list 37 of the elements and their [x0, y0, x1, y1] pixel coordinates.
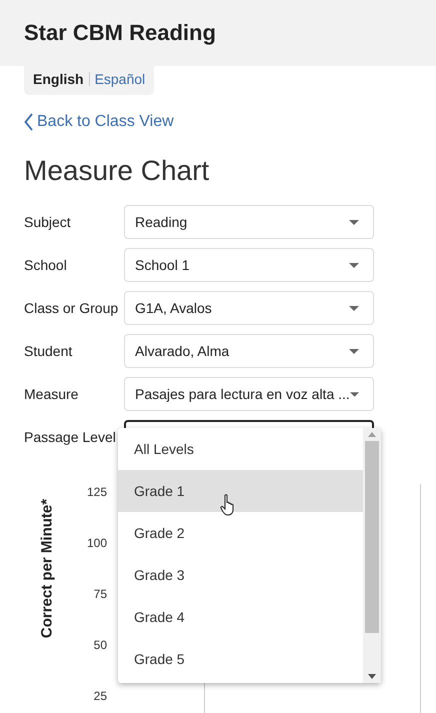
language-link[interactable]: Español — [94, 71, 146, 87]
scroll-up-icon[interactable] — [368, 432, 376, 437]
dropdown-option[interactable]: Grade 5 — [118, 638, 363, 680]
axis-tick-label: 75 — [94, 586, 107, 603]
language-link[interactable]: English — [33, 71, 84, 87]
caret-icon — [349, 348, 359, 354]
axis-tick-label: 50 — [94, 637, 107, 654]
axis-tick-label: 25 — [94, 688, 107, 705]
field-label: Class or Group — [24, 300, 120, 316]
dropdown-option[interactable]: Grade 2 — [118, 512, 363, 554]
chevron-left-icon — [24, 113, 34, 131]
hand-cursor-icon — [220, 494, 236, 516]
field-label: Subject — [24, 214, 72, 230]
caret-icon — [350, 392, 359, 396]
axis-tick-label: 100 — [86, 535, 107, 552]
dropdown-field[interactable]: Reading — [124, 205, 374, 239]
dropdown-field[interactable]: Pasajes para lectura en voz alta ... — [124, 377, 374, 411]
axis-tick-label: 125 — [86, 484, 107, 501]
dropdown-option[interactable]: Grade 4 — [118, 596, 363, 638]
scroll-down-icon[interactable] — [368, 674, 376, 679]
field-label: Measure — [24, 386, 80, 402]
dropdown-field[interactable]: Alvarado, Alma — [124, 334, 374, 368]
field-label: Passage Level — [24, 429, 117, 445]
scrollbar[interactable] — [363, 428, 381, 683]
field-label: School — [24, 257, 68, 273]
app-title: Star CBM Reading — [24, 20, 216, 46]
dropdown-option[interactable]: All Levels — [118, 428, 363, 470]
caret-icon — [349, 306, 359, 310]
page-heading: Measure Chart — [24, 155, 210, 187]
field-label: Student — [24, 343, 74, 359]
dropdown-field[interactable]: School 1 — [124, 248, 374, 282]
axis-title: Correct per Minute* — [38, 498, 56, 640]
dropdown-field[interactable]: G1A, Avalos — [124, 291, 374, 325]
dropdown-option[interactable]: Grade 3 — [118, 554, 363, 596]
caret-icon — [349, 262, 359, 268]
back-link[interactable]: Back to Class View — [24, 113, 174, 131]
caret-icon — [349, 220, 359, 224]
